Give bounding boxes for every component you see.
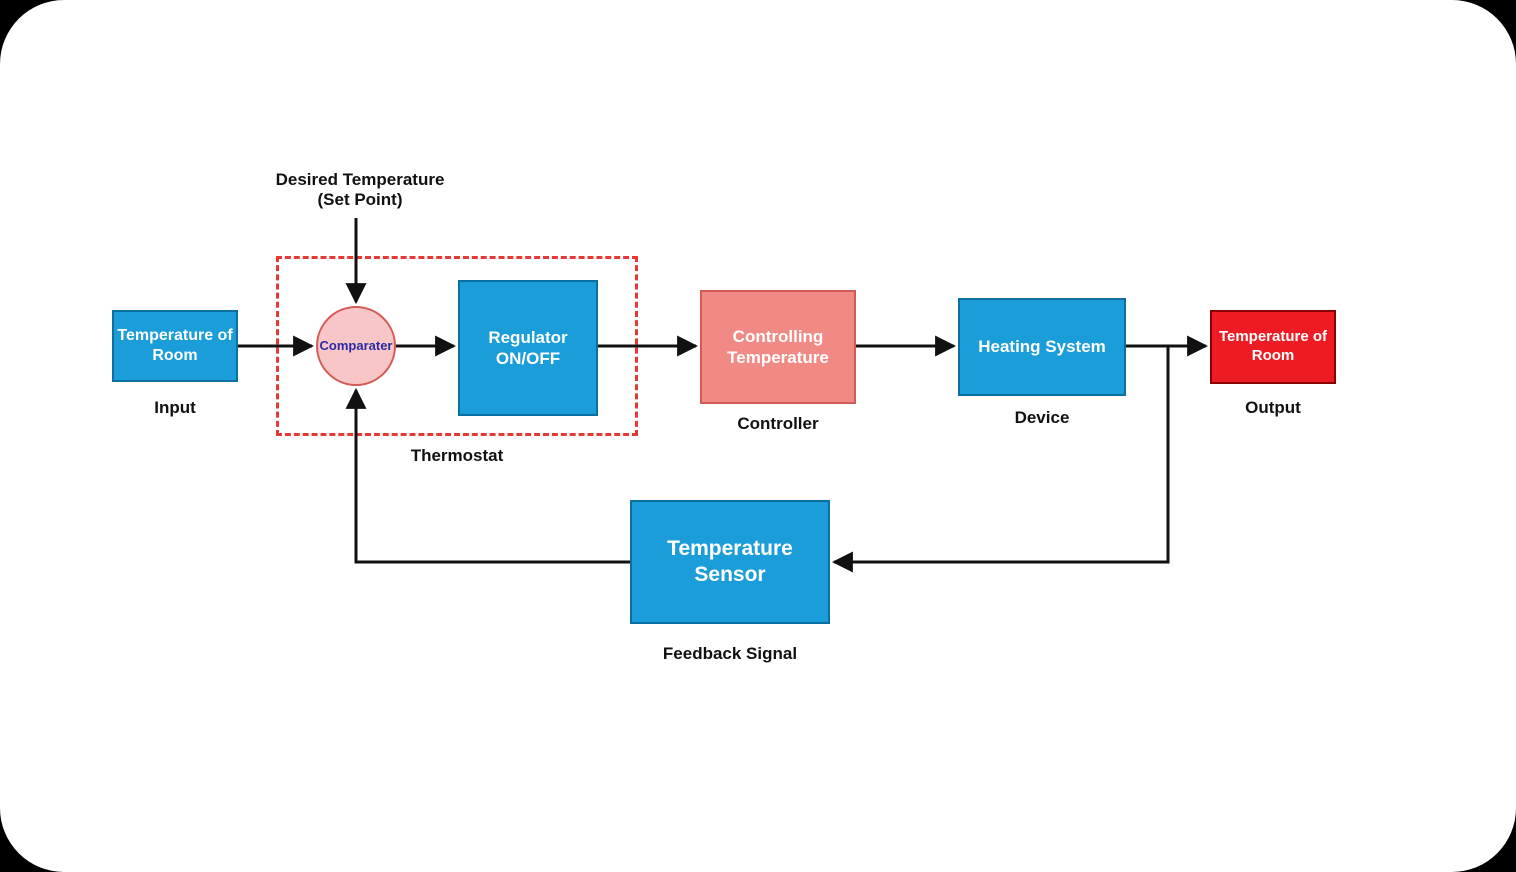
device-block: Heating System xyxy=(958,298,1126,396)
controller-block: Controlling Temperature xyxy=(700,290,856,404)
controller-label: Controller xyxy=(700,414,856,434)
device-label: Device xyxy=(958,408,1126,428)
input-block: Temperature of Room xyxy=(112,310,238,382)
feedback-label: Feedback Signal xyxy=(630,644,830,664)
diagram-canvas: Temperature of Room Comparater Regulator… xyxy=(0,0,1516,872)
arrows-layer xyxy=(0,0,1516,872)
setpoint-label: Desired Temperature (Set Point) xyxy=(260,170,460,210)
output-block: Temperature of Room xyxy=(1210,310,1336,384)
thermostat-label: Thermostat xyxy=(276,446,638,466)
feedback-sensor-block: Temperature Sensor xyxy=(630,500,830,624)
comparator-node: Comparater xyxy=(316,306,396,386)
input-label: Input xyxy=(112,398,238,418)
regulator-block: Regulator ON/OFF xyxy=(458,280,598,416)
output-label: Output xyxy=(1210,398,1336,418)
